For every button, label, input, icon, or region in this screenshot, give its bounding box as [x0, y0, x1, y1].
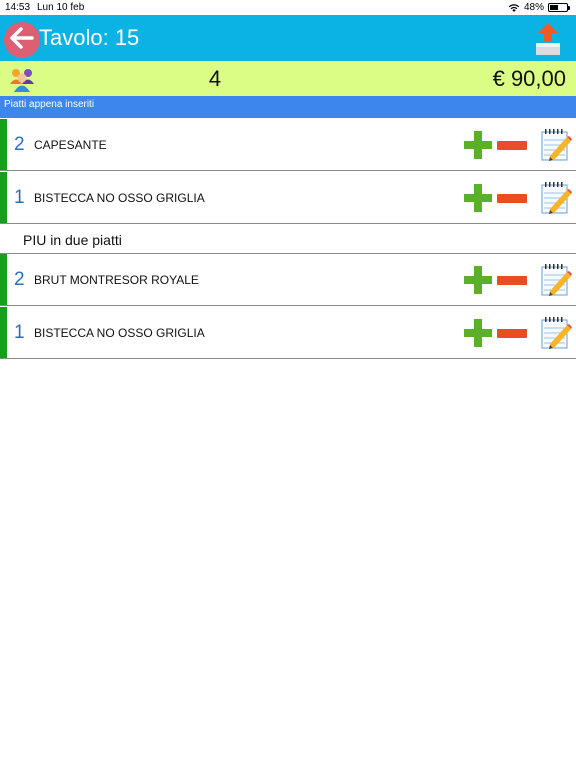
status-bar: 14:53 Lun 10 feb 48% [0, 0, 576, 15]
item-name: BRUT MONTRESOR ROYALE [34, 273, 199, 287]
item-name: BISTECCA NO OSSO GRIGLIA [34, 326, 205, 340]
section-label: Piatti appena inseriti [4, 99, 95, 110]
order-item-row[interactable]: 2 BRUT MONTRESOR ROYALE [0, 254, 576, 306]
page-title: Tavolo: 15 [39, 25, 140, 50]
order-item-row[interactable]: 1 BISTECCA NO OSSO GRIGLIA [0, 172, 576, 224]
section-header: Piatti appena inseriti [0, 96, 576, 118]
status-stripe [0, 307, 7, 358]
edit-note-icon[interactable] [540, 181, 572, 215]
battery-icon [548, 3, 570, 12]
plus-icon[interactable] [464, 131, 492, 159]
status-stripe [0, 119, 7, 170]
edit-note-icon[interactable] [540, 263, 572, 297]
plus-icon[interactable] [464, 319, 492, 347]
back-button[interactable] [4, 22, 40, 58]
minus-icon[interactable] [497, 329, 527, 338]
item-name: BISTECCA NO OSSO GRIGLIA [34, 191, 205, 205]
edit-note-icon[interactable] [540, 316, 572, 350]
covers-count: 4 [208, 66, 222, 91]
wifi-icon [508, 3, 520, 12]
item-quantity: 1 [14, 322, 25, 343]
status-right: 48% [508, 2, 570, 13]
item-quantity: 2 [14, 134, 25, 155]
status-time: 14:53 [5, 2, 31, 13]
minus-icon[interactable] [497, 276, 527, 285]
minus-icon[interactable] [497, 194, 527, 203]
order-total: € 90,00 [492, 66, 566, 91]
order-item-row[interactable]: 2 CAPESANTE [0, 119, 576, 171]
item-quantity: 1 [14, 187, 25, 208]
status-date: Lun 10 feb [37, 2, 85, 13]
order-item-row[interactable]: 1 BISTECCA NO OSSO GRIGLIA [0, 307, 576, 359]
item-name: CAPESANTE [34, 138, 107, 152]
minus-icon[interactable] [497, 141, 527, 150]
battery-percent: 48% [523, 2, 544, 13]
people-icon[interactable] [8, 66, 36, 92]
group-label: PIU in due piatti [23, 232, 122, 248]
edit-note-icon[interactable] [540, 128, 572, 162]
status-stripe [0, 254, 7, 305]
plus-icon[interactable] [464, 266, 492, 294]
upload-icon [536, 23, 560, 55]
group-header: PIU in due piatti [0, 225, 576, 254]
upload-button[interactable] [533, 21, 563, 57]
plus-icon[interactable] [464, 184, 492, 212]
arrow-left-icon [10, 26, 34, 54]
status-stripe [0, 172, 7, 223]
header-bar: Tavolo: 15 [0, 15, 576, 61]
item-quantity: 2 [14, 269, 25, 290]
summary-bar: 4 € 90,00 [0, 61, 576, 96]
